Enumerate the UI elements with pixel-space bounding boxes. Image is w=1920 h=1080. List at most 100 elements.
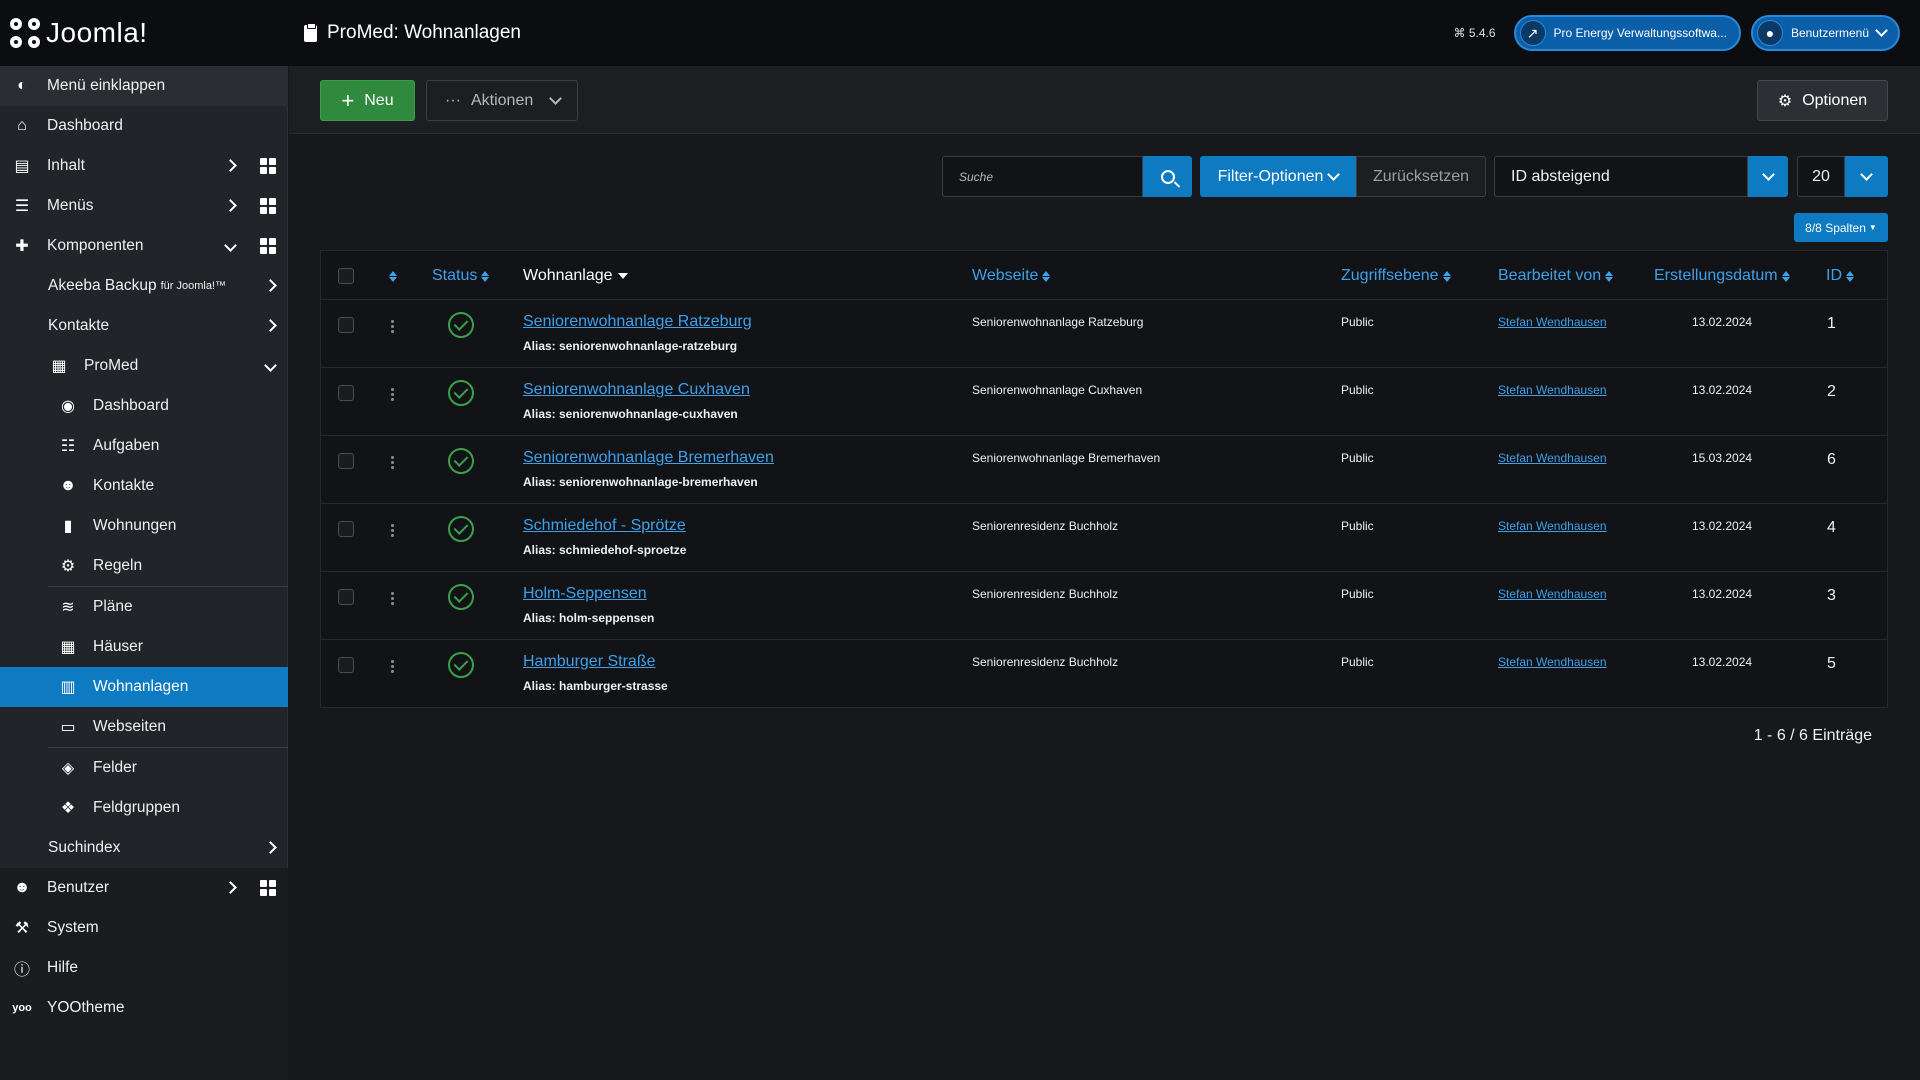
table-row: Hamburger Straße Alias: hamburger-strass… xyxy=(320,640,1888,708)
options-button[interactable]: ⚙ Optionen xyxy=(1757,80,1888,121)
chevron-right-icon xyxy=(224,157,237,175)
drag-handle-icon[interactable] xyxy=(391,388,394,401)
header-access[interactable]: Zugriffsebene xyxy=(1341,251,1451,301)
published-check-icon[interactable] xyxy=(448,584,474,610)
item-created: 13.02.2024 xyxy=(1692,655,1753,669)
drag-handle-icon[interactable] xyxy=(391,592,394,605)
header-editor[interactable]: Bearbeitet von xyxy=(1498,251,1614,301)
item-id: 5 xyxy=(1827,655,1836,672)
select-all-checkbox[interactable] xyxy=(338,268,354,284)
sidebar-item-search-index[interactable]: Suchindex xyxy=(0,828,288,868)
grid-icon[interactable] xyxy=(260,198,276,214)
sidebar-toggle[interactable]: ◐ Menü einklappen xyxy=(0,66,288,106)
item-id: 4 xyxy=(1827,519,1836,536)
drag-handle-icon[interactable] xyxy=(391,320,394,333)
header-created[interactable]: Erstellungsdatum xyxy=(1654,251,1790,301)
grid-icon[interactable] xyxy=(260,158,276,174)
limit-select[interactable]: 20 xyxy=(1797,156,1845,197)
header-website[interactable]: Webseite xyxy=(972,251,1051,301)
grid-icon[interactable] xyxy=(260,238,276,254)
sidebar-item-contacts[interactable]: Kontakte xyxy=(0,306,288,346)
row-checkbox[interactable] xyxy=(338,385,354,401)
columns-toggle-button[interactable]: 8/8 Spalten ▼ xyxy=(1794,213,1888,242)
published-check-icon[interactable] xyxy=(448,448,474,474)
reset-button[interactable]: Zurücksetzen xyxy=(1356,156,1486,197)
sidebar: ◐ Menü einklappen ⌂ Dashboard ▤ Inhalt ☰… xyxy=(0,66,288,1080)
item-editor-link[interactable]: Stefan Wendhausen xyxy=(1498,383,1607,397)
limit-select-arrow[interactable] xyxy=(1845,156,1888,197)
toolbar: + Neu ··· Aktionen ⚙ Optionen xyxy=(289,66,1920,134)
item-editor-link[interactable]: Stefan Wendhausen xyxy=(1498,587,1607,601)
header-name[interactable]: Wohnanlage xyxy=(523,251,628,301)
users-icon: ☻ xyxy=(13,879,31,896)
ellipsis-icon: ··· xyxy=(445,91,461,109)
yootheme-icon: yoo xyxy=(12,1002,32,1014)
sidebar-item-houses[interactable]: ▦ Häuser xyxy=(0,627,288,667)
sidebar-item-rules[interactable]: ⚙ Regeln xyxy=(0,546,288,586)
sidebar-item-help[interactable]: ⓘ Hilfe xyxy=(0,948,288,988)
item-title-link[interactable]: Seniorenwohnanlage Cuxhaven xyxy=(523,381,750,399)
sidebar-item-plans[interactable]: ≋ Pläne xyxy=(0,587,288,627)
table-row: Seniorenwohnanlage Ratzeburg Alias: seni… xyxy=(320,300,1888,368)
sidebar-item-apartments[interactable]: ▮ Wohnungen xyxy=(0,506,288,546)
sidebar-item-label: Menüs xyxy=(47,197,94,214)
sidebar-item-field-groups[interactable]: ❖ Feldgruppen xyxy=(0,788,288,828)
ordering-sort[interactable] xyxy=(385,251,397,301)
row-checkbox[interactable] xyxy=(338,521,354,537)
item-title-link[interactable]: Schmiedehof - Sprötze xyxy=(523,517,686,535)
item-title-link[interactable]: Hamburger Straße xyxy=(523,653,656,671)
sidebar-item-system[interactable]: ⚒ System xyxy=(0,908,288,948)
sidebar-item-menus[interactable]: ☰ Menüs xyxy=(0,186,288,226)
drag-handle-icon[interactable] xyxy=(391,660,394,673)
search-button[interactable] xyxy=(1143,156,1192,197)
search-input[interactable]: Suche xyxy=(942,156,1143,197)
sort-icon xyxy=(1442,270,1451,282)
items-table: Status Wohnanlage Webseite Zugriffsebene… xyxy=(320,250,1888,708)
item-access: Public xyxy=(1341,315,1374,329)
site-link-button[interactable]: ↗ Pro Energy Verwaltungssoftwa... xyxy=(1513,15,1741,51)
actions-dropdown[interactable]: ··· Aktionen xyxy=(426,80,578,121)
published-check-icon[interactable] xyxy=(448,380,474,406)
sort-select[interactable]: ID absteigend xyxy=(1494,156,1748,197)
sidebar-item-promed-dashboard[interactable]: ◉ Dashboard xyxy=(0,386,288,426)
sidebar-item-dashboard[interactable]: ⌂ Dashboard xyxy=(0,106,288,146)
item-editor-link[interactable]: Stefan Wendhausen xyxy=(1498,519,1607,533)
item-title-link[interactable]: Holm-Seppensen xyxy=(523,585,647,603)
sidebar-item-fields[interactable]: ◈ Felder xyxy=(0,748,288,788)
filter-options-button[interactable]: Filter-Optionen xyxy=(1200,156,1356,197)
sidebar-item-promed-contacts[interactable]: ☻ Kontakte xyxy=(0,466,288,506)
sidebar-item-label: Akeeba Backup xyxy=(48,277,157,294)
sidebar-item-tasks[interactable]: ☷ Aufgaben xyxy=(0,426,288,466)
row-checkbox[interactable] xyxy=(338,317,354,333)
header-status[interactable]: Status xyxy=(432,251,490,301)
header-id[interactable]: ID xyxy=(1826,251,1854,301)
sidebar-item-content[interactable]: ▤ Inhalt xyxy=(0,146,288,186)
published-check-icon[interactable] xyxy=(448,652,474,678)
item-editor-link[interactable]: Stefan Wendhausen xyxy=(1498,655,1607,669)
row-checkbox[interactable] xyxy=(338,453,354,469)
item-access: Public xyxy=(1341,451,1374,465)
sidebar-item-akeeba[interactable]: Akeeba Backup für Joomla!™ xyxy=(0,266,288,306)
sidebar-item-users[interactable]: ☻ Benutzer xyxy=(0,868,288,908)
item-title-link[interactable]: Seniorenwohnanlage Ratzeburg xyxy=(523,313,752,331)
grid-icon[interactable] xyxy=(260,880,276,896)
drag-handle-icon[interactable] xyxy=(391,456,394,469)
item-editor-link[interactable]: Stefan Wendhausen xyxy=(1498,451,1607,465)
sidebar-item-yootheme[interactable]: yoo YOOtheme xyxy=(0,988,288,1028)
row-checkbox[interactable] xyxy=(338,657,354,673)
published-check-icon[interactable] xyxy=(448,312,474,338)
sidebar-item-websites[interactable]: ▭ Webseiten xyxy=(0,707,288,747)
user-menu-button[interactable]: ● Benutzermenü xyxy=(1750,15,1900,51)
new-button[interactable]: + Neu xyxy=(320,80,415,121)
drag-handle-icon[interactable] xyxy=(391,524,394,537)
sort-select-arrow[interactable] xyxy=(1748,156,1788,197)
item-editor-link[interactable]: Stefan Wendhausen xyxy=(1498,315,1607,329)
row-checkbox[interactable] xyxy=(338,589,354,605)
sidebar-item-residential-complexes[interactable]: ▥ Wohnanlagen xyxy=(0,667,288,707)
item-title-link[interactable]: Seniorenwohnanlage Bremerhaven xyxy=(523,449,774,467)
sidebar-item-components[interactable]: ✚ Komponenten xyxy=(0,226,288,266)
wrench-icon: ⚒ xyxy=(14,920,30,937)
published-check-icon[interactable] xyxy=(448,516,474,542)
joomla-logo[interactable]: Joomla! xyxy=(0,0,288,66)
sidebar-item-promed[interactable]: ▦ ProMed xyxy=(0,346,288,386)
